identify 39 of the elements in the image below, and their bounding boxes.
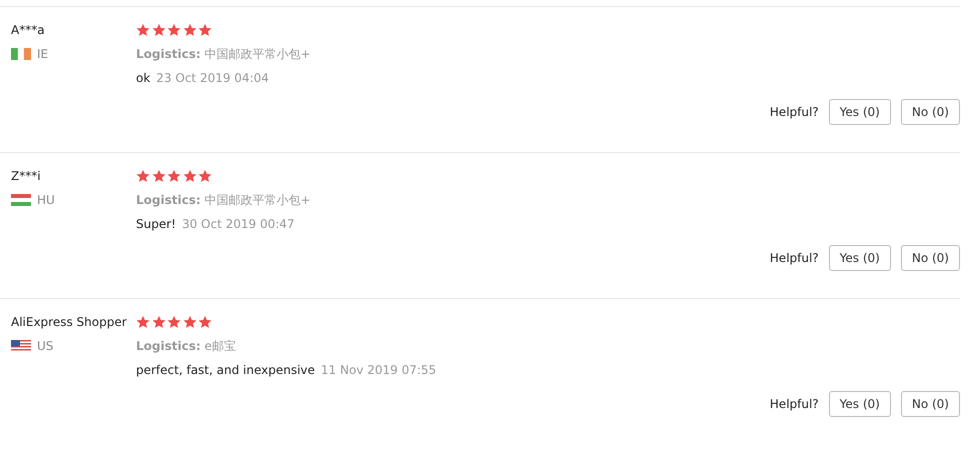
logistics-info: Logistics: 中国邮政平常小包+ (136, 192, 311, 208)
star-icon (136, 315, 150, 329)
star-icon (182, 315, 196, 329)
review-comment: Super! (136, 216, 176, 232)
country-code: HU (37, 193, 55, 207)
no-button[interactable]: No (0) (900, 245, 960, 271)
reviewer-name: Z***i (11, 168, 42, 184)
star-icon (198, 23, 212, 37)
logistics-info: Logistics: 中国邮政平常小包+ (136, 46, 311, 62)
yes-button[interactable]: Yes (0) (828, 391, 891, 417)
no-button[interactable]: No (0) (900, 99, 960, 125)
helpful-label: Helpful? (770, 105, 819, 119)
review-date: 23 Oct 2019 04:04 (156, 70, 269, 86)
star-icon (198, 169, 212, 183)
logistics-info: Logistics: e邮宝 (136, 338, 236, 354)
review-date: 30 Oct 2019 00:47 (182, 216, 295, 232)
yes-button[interactable]: Yes (0) (828, 245, 891, 271)
star-icon (136, 169, 150, 183)
reviewer-name: AliExpress Shopper (11, 314, 128, 330)
country-code: US (37, 339, 54, 353)
review-date: 11 Nov 2019 07:55 (320, 362, 436, 378)
star-icon (152, 169, 166, 183)
star-icon (182, 169, 196, 183)
no-button[interactable]: No (0) (900, 391, 960, 417)
review-comment: perfect, fast, and inexpensive (136, 362, 315, 378)
star-icon (198, 315, 212, 329)
helpful-label: Helpful? (770, 251, 819, 265)
star-icon (167, 169, 181, 183)
country-code: IE (37, 47, 48, 61)
star-icon (182, 23, 196, 37)
helpful-label: Helpful? (770, 397, 819, 411)
yes-button[interactable]: Yes (0) (828, 99, 891, 125)
reviewer-name: A***a (11, 22, 46, 38)
star-icon (167, 315, 181, 329)
review-comment: ok (136, 70, 150, 86)
star-icon (152, 23, 166, 37)
star-icon (136, 23, 150, 37)
star-icon (167, 23, 181, 37)
star-icon (152, 315, 166, 329)
